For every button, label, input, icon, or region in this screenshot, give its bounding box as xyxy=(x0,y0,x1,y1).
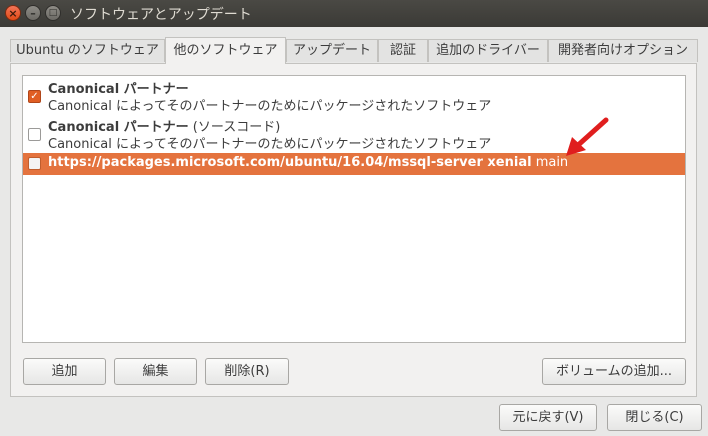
tab-other-software[interactable]: 他のソフトウェア xyxy=(165,37,286,64)
tab-developer-options[interactable]: 開発者向けオプション xyxy=(548,39,698,62)
source-description: Canonical によってそのパートナーのためにパッケージされたソフトウェア xyxy=(48,99,492,114)
source-checkbox[interactable] xyxy=(28,128,41,141)
window-title: ソフトウェアとアップデート xyxy=(70,7,252,23)
tab-authentication[interactable]: 認証 xyxy=(378,39,428,62)
source-description: Canonical によってそのパートナーのためにパッケージされたソフトウェア xyxy=(48,137,492,152)
maximize-window-button[interactable]: □ xyxy=(45,5,61,21)
close-button[interactable]: 閉じる(C) xyxy=(607,404,702,431)
add-button[interactable]: 追加 xyxy=(23,358,106,385)
title-bar: × – □ ソフトウェアとアップデート xyxy=(0,0,708,27)
source-checkbox[interactable] xyxy=(28,157,41,170)
remove-button[interactable]: 削除(R) xyxy=(205,358,289,385)
source-title: https://packages.microsoft.com/ubuntu/16… xyxy=(48,155,569,170)
minimize-window-button[interactable]: – xyxy=(25,5,41,21)
revert-button[interactable]: 元に戻す(V) xyxy=(499,404,597,431)
checkmark-icon: ✓ xyxy=(30,91,39,102)
tab-ubuntu-software[interactable]: Ubuntu のソフトウェア xyxy=(10,39,165,62)
tab-additional-drivers[interactable]: 追加のドライバー xyxy=(428,39,548,62)
red-arrow-icon xyxy=(566,117,609,156)
close-window-button[interactable]: × xyxy=(5,5,21,21)
list-item[interactable]: ✓ Canonical パートナー Canonical によってそのパートナーの… xyxy=(23,76,685,114)
tab-updates[interactable]: アップデート xyxy=(286,39,378,62)
tab-panel: ✓ Canonical パートナー Canonical によってそのパートナーの… xyxy=(10,63,697,397)
source-checkbox[interactable]: ✓ xyxy=(28,90,41,103)
add-volume-button[interactable]: ボリュームの追加... xyxy=(542,358,686,385)
edit-button[interactable]: 編集 xyxy=(114,358,197,385)
